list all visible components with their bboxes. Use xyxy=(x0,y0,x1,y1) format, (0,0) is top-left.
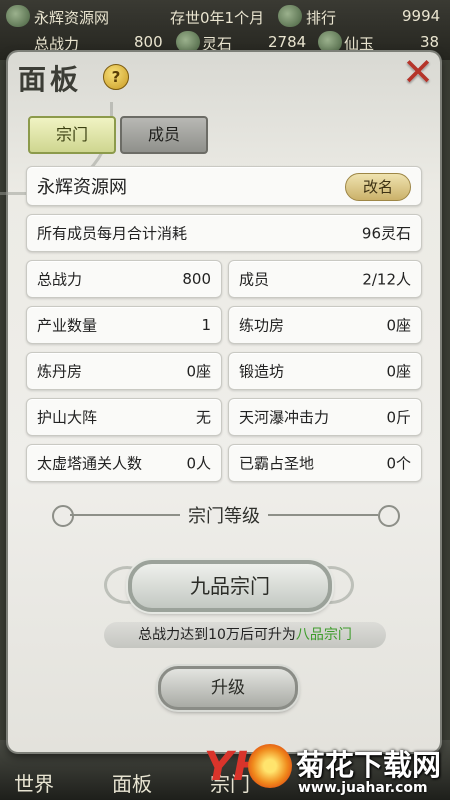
stat-card-holy-lands: 已霸占圣地 0个 xyxy=(228,444,422,482)
watermark-url: www.juahar.com xyxy=(298,780,428,796)
current-level-badge: 九品宗门 xyxy=(128,560,332,612)
stat-value: 0斤 xyxy=(386,408,411,427)
panel-title: 面板 xyxy=(18,63,83,96)
rename-button[interactable]: 改名 xyxy=(345,173,411,201)
requirement-target: 八品宗门 xyxy=(295,627,352,643)
stat-label: 天河瀑冲击力 xyxy=(239,408,330,427)
panel-content: 宗门 成员 永辉资源网 改名 所有成员每月合计消耗 96灵石 总战力 800 成… xyxy=(18,110,430,746)
stat-label: 已霸占圣地 xyxy=(239,454,315,473)
jade-icon xyxy=(318,31,342,53)
combat-label: 总战力 xyxy=(34,35,80,53)
ranking-icon[interactable] xyxy=(278,5,302,27)
chrysanthemum-icon xyxy=(248,744,292,788)
upgrade-button[interactable]: 升级 xyxy=(158,666,298,710)
requirement-text: 总战力达到10万后可升为 xyxy=(138,627,296,643)
nav-world[interactable]: 世界 xyxy=(14,768,54,797)
stat-value: 800 xyxy=(182,270,211,288)
spirit-stone-icon xyxy=(176,31,200,53)
stat-label: 练功房 xyxy=(239,316,285,335)
stat-card-forge: 锻造坊 0座 xyxy=(228,352,422,390)
sect-name-card: 永辉资源网 改名 xyxy=(26,166,422,206)
stat-value: 0座 xyxy=(386,362,411,381)
stat-card-waterfall-impact: 天河瀑冲击力 0斤 xyxy=(228,398,422,436)
spirit-stone-label: 灵石 xyxy=(202,35,233,53)
stat-value: 0人 xyxy=(186,454,211,473)
tab-members[interactable]: 成员 xyxy=(120,116,208,154)
stat-card-training-room: 练功房 0座 xyxy=(228,306,422,344)
monthly-cost-value: 96灵石 xyxy=(361,224,411,243)
watermark: YH 菊花下载网 www.juahar.com xyxy=(200,736,450,800)
monthly-cost-card: 所有成员每月合计消耗 96灵石 xyxy=(26,214,422,252)
level-section-title: 宗门等级 xyxy=(188,506,260,527)
upgrade-requirement: 总战力达到10万后可升为八品宗门 xyxy=(104,622,386,648)
combat-value: 800 xyxy=(134,33,163,51)
stat-card-members: 成员 2/12人 xyxy=(228,260,422,298)
stat-value: 1 xyxy=(201,316,211,334)
stat-label: 护山大阵 xyxy=(37,408,98,427)
ranking-label: 排行 xyxy=(306,9,337,27)
tab-sect[interactable]: 宗门 xyxy=(28,116,116,154)
panel-window: 面板 ? ✕ 宗门 成员 永辉资源网 改名 所有成员每月合计消耗 96灵石 总战… xyxy=(0,52,440,752)
jade-value: 38 xyxy=(420,33,440,51)
stat-label: 炼丹房 xyxy=(37,362,83,381)
sect-emblem-icon xyxy=(6,5,30,27)
stat-label: 锻造坊 xyxy=(239,362,285,381)
sect-name: 永辉资源网 xyxy=(37,177,127,198)
stat-card-mountain-array: 护山大阵 无 xyxy=(26,398,222,436)
jade-label: 仙玉 xyxy=(344,35,375,53)
stat-value: 0座 xyxy=(386,316,411,335)
game-top-bar: 永辉资源网 存世0年1个月 排行 9994 总战力 800 灵石 2784 仙玉… xyxy=(0,0,450,60)
stat-card-tower-clearers: 太虚塔通关人数 0人 xyxy=(26,444,222,482)
stat-label: 成员 xyxy=(239,270,270,289)
ranking-value: 9994 xyxy=(402,7,441,25)
stat-label: 总战力 xyxy=(37,270,83,289)
help-icon[interactable]: ? xyxy=(103,64,129,90)
stat-value: 0个 xyxy=(386,454,411,473)
spirit-stone-value: 2784 xyxy=(268,33,307,51)
stat-card-industry: 产业数量 1 xyxy=(26,306,222,344)
stat-label: 太虚塔通关人数 xyxy=(37,454,143,473)
era-text: 存世0年1个月 xyxy=(170,9,265,27)
stat-value: 2/12人 xyxy=(362,270,411,289)
stat-label: 产业数量 xyxy=(37,316,98,335)
stat-value: 无 xyxy=(195,408,211,427)
close-icon[interactable]: ✕ xyxy=(400,53,436,91)
monthly-cost-label: 所有成员每月合计消耗 xyxy=(37,224,188,243)
stat-card-total-combat: 总战力 800 xyxy=(26,260,222,298)
stat-card-alchemy-room: 炼丹房 0座 xyxy=(26,352,222,390)
nav-panel[interactable]: 面板 xyxy=(112,768,152,797)
stat-value: 0座 xyxy=(186,362,211,381)
watermark-brand: 菊花下载网 xyxy=(296,748,442,782)
sect-name-header: 永辉资源网 xyxy=(34,9,110,27)
